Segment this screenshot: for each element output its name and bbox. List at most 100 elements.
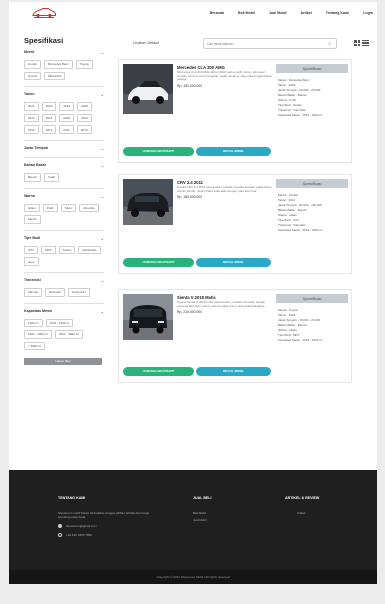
divider (24, 139, 104, 141)
search-icon[interactable]: ⌕ (328, 41, 331, 47)
filter-header[interactable]: Tipe Bodi ⌄ (24, 236, 104, 241)
nav-item-tentang-kami[interactable]: Tentang Kami (326, 11, 350, 15)
filter-tag[interactable]: Hatchback (78, 245, 101, 255)
filter-tag[interactable]: 2001 - 3000 cc (54, 330, 83, 339)
sort-dropdown[interactable]: Urutkan: Default (133, 41, 159, 45)
footer-email[interactable]: showroom@gmail.com (58, 524, 158, 529)
site-footer: TENTANG KAMI Showroom mobil bekas berkua… (9, 470, 377, 584)
filter-tag[interactable]: Manual (24, 287, 42, 297)
filter-tag[interactable]: Toyota (75, 60, 93, 69)
filter-tag[interactable]: 2021 (24, 102, 39, 111)
whatsapp-button[interactable]: HUBUNGI WHATSAPP (123, 258, 194, 267)
whatsapp-button[interactable]: HUBUNGI WHATSAPP (123, 147, 194, 156)
nav-item-jual-mobil[interactable]: Jual Mobil (269, 11, 287, 15)
filter-tag[interactable]: > 3000 cc (24, 341, 46, 351)
footer-link[interactable]: Artikel (285, 511, 355, 515)
filter-tag[interactable]: 2018 (77, 102, 92, 111)
reset-filter-button[interactable]: Hapus filter (24, 358, 102, 366)
spec-box: Spesifikasi Merek : Toyota Tahun : 2018 … (276, 294, 348, 343)
filter-tag[interactable]: Sedan (58, 245, 76, 255)
filter-tag[interactable]: Mitsubishi (44, 71, 66, 81)
filter-tag[interactable]: SUV (24, 245, 39, 255)
filter-tag[interactable]: Otomatis (44, 287, 65, 297)
whatsapp-button[interactable]: HUBUNGI WHATSAPP (123, 367, 194, 376)
filter-tag[interactable]: MPV (41, 245, 56, 255)
filter-tags: 1000 cc 1001 - 1500 cc 1501 - 2000 cc 20… (24, 318, 104, 351)
filter-tag[interactable]: Solar (44, 172, 60, 182)
filter-tag[interactable]: Campuran (67, 287, 90, 297)
page: Beranda Beli Mobil Jual Mobil Artikel Te… (0, 0, 385, 604)
filter-tags: Manual Otomatis Campuran (24, 287, 104, 297)
filter-tag[interactable]: 1001 - 1500 cc (45, 318, 74, 328)
nav-item-beranda[interactable]: Beranda (210, 11, 224, 15)
divider (24, 229, 104, 231)
chevron-down-icon[interactable]: ⌄ (101, 92, 104, 97)
spec-item: Kapasitas Mesin : 2001 - 3000 cc (278, 228, 323, 232)
filter-tag[interactable]: Suzuki (24, 71, 42, 81)
filter-tag[interactable]: Bensin (24, 172, 42, 182)
filter-tag[interactable]: 2020 (41, 102, 57, 111)
filter-tag[interactable]: 2014 (77, 113, 92, 123)
grid-view-icon[interactable] (354, 40, 360, 46)
filter-header[interactable]: Tahun ⌄ (24, 92, 104, 97)
filter-tag[interactable]: 1000 cc (24, 318, 43, 328)
filter-tag[interactable]: Putih (42, 203, 58, 213)
car-photo[interactable] (123, 294, 173, 340)
chevron-down-icon[interactable]: ⌄ (101, 309, 104, 314)
filter-tag[interactable]: Merah (24, 215, 41, 224)
filter-tag[interactable]: 2017 (24, 113, 39, 123)
detail-button[interactable]: DETAIL MOBIL (196, 367, 271, 376)
filter-tag[interactable]: Jeep (24, 257, 39, 266)
filter-tag[interactable]: 2012 (41, 125, 57, 134)
filter-group-kapasitas-mesin: Kapasitas Mesin ⌄ 1000 cc 1001 - 1500 cc … (24, 309, 104, 351)
filter-label: Bahan Bakar (24, 162, 46, 167)
chevron-down-icon[interactable]: ⌄ (101, 163, 104, 168)
filter-header[interactable]: Bahan Bakar ⌄ (24, 163, 104, 168)
search-box: ⌕ (203, 38, 337, 49)
chevron-down-icon[interactable]: ⌄ (101, 50, 104, 55)
filter-tag[interactable]: Mercedes Benz (43, 60, 73, 69)
filter-tag[interactable]: 2010 (76, 125, 92, 134)
spec-list: Merek : Honda Tahun : 2011 Jarak Tempuh … (276, 193, 348, 233)
car-photo[interactable] (123, 179, 173, 225)
spec-title: Spesifikasi (276, 179, 348, 188)
filter-tag[interactable]: Abu-Abu (79, 203, 99, 213)
filter-tag[interactable]: Silver (60, 203, 77, 213)
chevron-down-icon[interactable]: ⌄ (101, 278, 104, 283)
footer-phone[interactable]: +62 812 3456 7890 (58, 533, 158, 538)
divider (24, 302, 104, 304)
chevron-down-icon[interactable]: ⌄ (101, 146, 104, 151)
filter-tag[interactable]: 1501 - 2000 cc (24, 330, 52, 339)
car-info: Mercedes CLA 200 AMG Mercedes CLA 200 AM… (177, 65, 273, 88)
filter-header[interactable]: Jarak Tempuh ⌄ (24, 146, 104, 151)
list-view-icon[interactable] (362, 40, 369, 46)
filter-tag[interactable]: 2015 (59, 113, 75, 123)
car-photo[interactable] (123, 64, 173, 114)
filter-group-transmisi: Transmisi ⌄ Manual Otomatis Campuran (24, 278, 104, 297)
nav-item-login[interactable]: Login (363, 11, 373, 15)
car-image-icon (123, 179, 173, 225)
filter-header[interactable]: Kapasitas Mesin ⌄ (24, 309, 104, 314)
main-nav: Beranda Beli Mobil Jual Mobil Artikel Te… (196, 11, 373, 15)
filter-header[interactable]: Warna ⌄ (24, 194, 104, 199)
filter-tag[interactable]: 2013 (24, 125, 39, 134)
brand-logo-icon[interactable] (31, 6, 57, 19)
footer-phone-text: +62 812 3456 7890 (66, 533, 92, 538)
chevron-down-icon[interactable]: ⌄ (101, 236, 104, 241)
chevron-down-icon[interactable]: ⌄ (101, 194, 104, 199)
filter-tag[interactable]: Hitam (24, 203, 40, 213)
filter-header[interactable]: Merek ⌄ (24, 50, 104, 55)
filter-tag[interactable]: 2011 (59, 125, 74, 134)
detail-button[interactable]: DETAIL MOBIL (196, 258, 271, 267)
filter-tag[interactable]: 2019 (59, 102, 75, 111)
detail-button[interactable]: DETAIL MOBIL (196, 147, 271, 156)
footer-link[interactable]: Jual Mobil (193, 518, 253, 522)
filter-header[interactable]: Transmisi ⌄ (24, 278, 104, 283)
footer-link[interactable]: Beli Mobil (193, 511, 253, 515)
footer-sell-title: JUAL BELI (193, 496, 212, 500)
filter-tag[interactable]: 2016 (41, 113, 57, 123)
search-input[interactable] (207, 39, 327, 48)
nav-item-beli-mobil[interactable]: Beli Mobil (238, 11, 255, 15)
filter-tag[interactable]: Honda (24, 60, 41, 69)
nav-item-artikel[interactable]: Artikel (301, 11, 312, 15)
